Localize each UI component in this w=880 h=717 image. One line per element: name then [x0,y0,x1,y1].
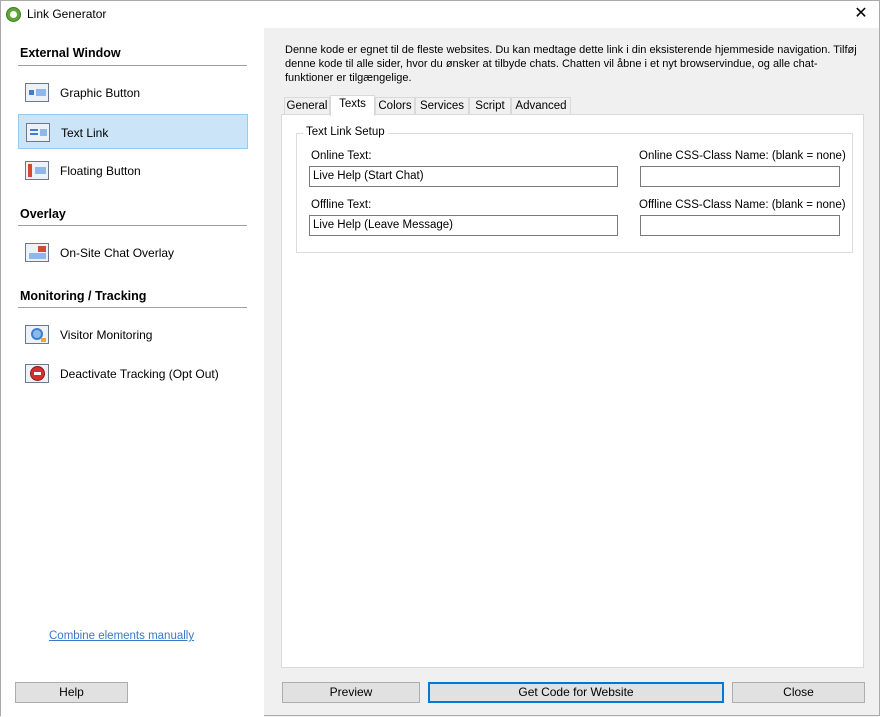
get-code-button[interactable]: Get Code for Website [428,682,724,703]
sidebar-item-on-site-chat-overlay[interactable]: On-Site Chat Overlay [18,235,248,270]
offline-css-label: Offline CSS-Class Name: (blank = none) [639,199,846,211]
sidebar: External Window Graphic Button Text Link… [1,28,264,717]
app-gear-icon [6,7,21,22]
sidebar-item-label: On-Site Chat Overlay [60,246,175,260]
tab-script[interactable]: Script [469,97,511,115]
sidebar-item-visitor-monitoring[interactable]: Visitor Monitoring [18,317,248,352]
description-text: Denne kode er egnet til de fleste websit… [285,44,857,84]
text-link-icon [26,123,50,142]
graphic-button-icon [25,83,49,102]
opt-out-icon [25,364,49,383]
floating-button-icon [25,161,49,180]
window-title: Link Generator [27,7,107,21]
text-link-setup-group: Text Link Setup Online Text: Live Help (… [296,126,853,253]
section-divider [18,307,247,308]
visitor-monitoring-icon [25,325,49,344]
tab-services[interactable]: Services [415,97,469,115]
offline-text-label: Offline Text: [311,199,372,211]
sidebar-item-label: Visitor Monitoring [60,328,153,342]
section-divider [18,225,247,226]
offline-text-input[interactable]: Live Help (Leave Message) [309,215,618,236]
section-header-overlay: Overlay [20,207,66,221]
sidebar-item-label: Floating Button [60,164,141,178]
sidebar-item-label: Deactivate Tracking (Opt Out) [60,367,219,381]
online-text-label: Online Text: [311,150,372,162]
tab-texts[interactable]: Texts [330,95,375,116]
tab-advanced[interactable]: Advanced [511,97,571,115]
title-bar: Link Generator ✕ [1,1,879,28]
sidebar-item-floating-button[interactable]: Floating Button [18,153,248,188]
section-header-external-window: External Window [20,46,121,60]
tab-colors[interactable]: Colors [375,97,415,115]
section-divider [18,65,247,66]
online-css-label: Online CSS-Class Name: (blank = none) [639,150,846,162]
sidebar-item-graphic-button[interactable]: Graphic Button [18,75,248,110]
combine-elements-link[interactable]: Combine elements manually [49,630,194,642]
help-button[interactable]: Help [15,682,128,703]
sidebar-item-label: Graphic Button [60,86,141,100]
sidebar-item-deactivate-tracking[interactable]: Deactivate Tracking (Opt Out) [18,356,248,391]
texts-tab-panel: Text Link Setup Online Text: Live Help (… [281,114,864,668]
tab-general[interactable]: General [284,97,330,115]
link-generator-window: Link Generator ✕ External Window Graphic… [0,0,880,717]
offline-css-input[interactable] [640,215,840,236]
online-text-input[interactable]: Live Help (Start Chat) [309,166,618,187]
group-title: Text Link Setup [303,126,388,138]
close-button[interactable]: Close [732,682,865,703]
chat-overlay-icon [25,243,49,262]
sidebar-item-text-link[interactable]: Text Link [18,114,248,149]
sidebar-item-label: Text Link [61,126,109,140]
window-close-icon[interactable]: ✕ [851,4,871,24]
section-header-monitoring-tracking: Monitoring / Tracking [20,289,147,303]
online-css-input[interactable] [640,166,840,187]
preview-button[interactable]: Preview [282,682,420,703]
